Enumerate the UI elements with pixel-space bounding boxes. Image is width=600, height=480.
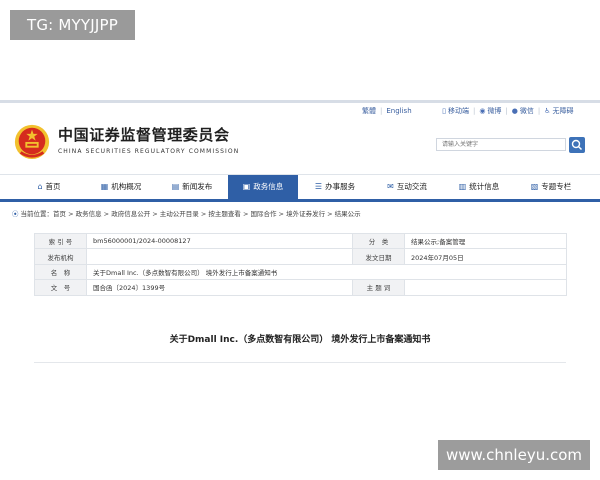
weibo-icon: ◉ — [479, 107, 486, 115]
breadcrumb-separator: > — [150, 210, 160, 218]
wechat-icon: ● — [511, 107, 518, 115]
divider: | — [380, 107, 383, 115]
link-mobile-label: 移动端 — [447, 107, 469, 115]
link-mobile[interactable]: ▯ 移动端 — [442, 106, 469, 116]
index-number-value: bm56000001/2024-00008127 — [86, 232, 353, 250]
link-wechat[interactable]: ● 微信 — [512, 106, 534, 116]
table-row: 名 称 关于Dmall Inc.（多点数智有限公司） 境外发行上市备案通知书 — [34, 263, 567, 281]
breadcrumb-item[interactable]: 主动公开目录 — [160, 210, 199, 218]
document-number-label: 文 号 — [34, 279, 87, 296]
table-row: 索 引 号 bm56000001/2024-00008127 分 类 结果公示;… — [34, 232, 567, 250]
breadcrumb-separator: > — [198, 210, 209, 218]
home-icon: ⌂ — [37, 182, 43, 191]
title-divider — [34, 362, 566, 363]
link-accessibility[interactable]: ♿ 无障碍 — [544, 106, 573, 116]
breadcrumb-item[interactable]: 政府信息公开 — [111, 210, 150, 218]
national-emblem-icon[interactable] — [13, 122, 51, 160]
nav-interaction-label: 互动交流 — [396, 182, 427, 191]
category-label: 分 类 — [352, 232, 405, 250]
nav-government-info-label: 政务信息 — [253, 182, 284, 191]
top-stripe — [0, 100, 600, 103]
link-english[interactable]: English — [386, 107, 411, 115]
divider: | — [537, 107, 541, 115]
nav-topics[interactable]: ▧ 专题专栏 — [516, 175, 586, 199]
keywords-label: 主 题 词 — [352, 279, 405, 296]
nav-news-label: 新闻发布 — [182, 182, 213, 191]
breadcrumb-item[interactable]: 首页 — [53, 210, 66, 218]
monitor-icon: ▣ — [242, 182, 251, 191]
breadcrumb-item[interactable]: 政务信息 — [76, 210, 102, 218]
divider: | — [472, 107, 476, 115]
main-nav: ⌂ 首页 ▦ 机构概况 ▤ 新闻发布 ▣ 政务信息 ☰ 办事服务 ✉ 互动交流 ▥ 统计信息 … — [0, 174, 600, 202]
link-wechat-label: 微信 — [519, 107, 534, 115]
service-icon: ☰ — [314, 182, 323, 191]
utility-links: 繁體 | English ▯ 移动端 | ◉ 微博 | ● 微信 | ♿ 无障碍 — [362, 106, 574, 116]
nav-statistics[interactable]: ▥ 统计信息 — [444, 175, 514, 199]
document-metadata-table: 索 引 号 bm56000001/2024-00008127 分 类 结果公示;… — [34, 232, 567, 296]
watermark-bottom: www.chnleyu.com — [438, 440, 590, 470]
breadcrumb-separator: > — [66, 210, 76, 218]
news-icon: ▤ — [171, 182, 180, 191]
nav-government-info[interactable]: ▣ 政务信息 — [228, 175, 298, 199]
mobile-icon: ▯ — [442, 107, 446, 115]
search-icon — [571, 139, 583, 151]
document-title: 关于Dmall Inc.（多点数智有限公司） 境外发行上市备案通知书 — [169, 335, 431, 345]
issuer-value — [86, 248, 353, 265]
issuer-label: 发布机构 — [34, 248, 87, 265]
breadcrumb-item[interactable]: 境外证券发行 — [286, 210, 325, 218]
nav-interaction[interactable]: ✉ 互动交流 — [372, 175, 442, 199]
issue-date-value: 2024年07月05日 — [404, 248, 567, 265]
location-pin-icon: ⦿ — [12, 210, 19, 218]
nav-news[interactable]: ▤ 新闻发布 — [157, 175, 227, 199]
nav-institution[interactable]: ▦ 机构概况 — [86, 175, 156, 199]
divider: | — [505, 107, 508, 115]
nav-services[interactable]: ☰ 办事服务 — [300, 175, 370, 199]
breadcrumb-separator: > — [325, 210, 335, 218]
accessibility-icon: ♿ — [544, 107, 551, 115]
nav-statistics-label: 统计信息 — [469, 182, 500, 191]
chat-icon: ✉ — [387, 182, 394, 191]
breadcrumb-prefix: 当前位置： — [20, 210, 54, 218]
document-name-label: 名 称 — [34, 263, 87, 281]
stats-icon: ▥ — [458, 182, 467, 191]
breadcrumb-item[interactable]: 结果公示 — [335, 210, 361, 218]
building-icon: ▦ — [100, 182, 109, 191]
breadcrumb-separator: > — [101, 210, 112, 218]
search-button[interactable] — [569, 137, 585, 153]
link-traditional[interactable]: 繁體 — [362, 106, 376, 116]
document-name-value: 关于Dmall Inc.（多点数智有限公司） 境外发行上市备案通知书 — [86, 263, 567, 281]
breadcrumb-item[interactable]: 国际合作 — [250, 210, 276, 218]
table-row: 文 号 国合函〔2024〕1399号 主 题 词 — [34, 279, 567, 296]
keywords-value — [404, 279, 567, 296]
brand-name-en: CHINA SECURITIES REGULATORY COMMISSION — [58, 148, 240, 155]
table-row: 发布机构 发文日期 2024年07月05日 — [34, 248, 567, 265]
document-number-value: 国合函〔2024〕1399号 — [86, 279, 353, 296]
link-weibo[interactable]: ◉ 微博 — [479, 106, 501, 116]
nav-services-label: 办事服务 — [325, 182, 356, 191]
nav-institution-label: 机构概况 — [111, 182, 142, 191]
topic-icon: ▧ — [530, 182, 539, 191]
breadcrumb-item[interactable]: 按主题查看 — [208, 210, 241, 218]
breadcrumb: ⦿ 当前位置：首页 > 政务信息 > 政府信息公开 > 主动公开目录 > 按主题查… — [12, 208, 361, 218]
nav-home[interactable]: ⌂ 首页 — [14, 175, 84, 199]
watermark-top: TG: MYYJJPP — [10, 10, 135, 40]
index-number-label: 索 引 号 — [34, 232, 87, 250]
csrc-page: 繁體 | English ▯ 移动端 | ◉ 微博 | ● 微信 | ♿ 无障碍 中国证券监督管理委员会… — [0, 100, 600, 376]
breadcrumb-separator: > — [276, 210, 287, 218]
brand-name-cn[interactable]: 中国证券监督管理委员会 — [58, 124, 230, 145]
link-accessibility-label: 无障碍 — [552, 107, 574, 115]
nav-topics-label: 专题专栏 — [541, 182, 572, 191]
nav-home-label: 首页 — [45, 182, 61, 191]
issue-date-label: 发文日期 — [352, 248, 405, 265]
search-input[interactable] — [436, 138, 566, 151]
category-value: 结果公示;备案管理 — [404, 232, 567, 250]
link-weibo-label: 微博 — [487, 107, 502, 115]
